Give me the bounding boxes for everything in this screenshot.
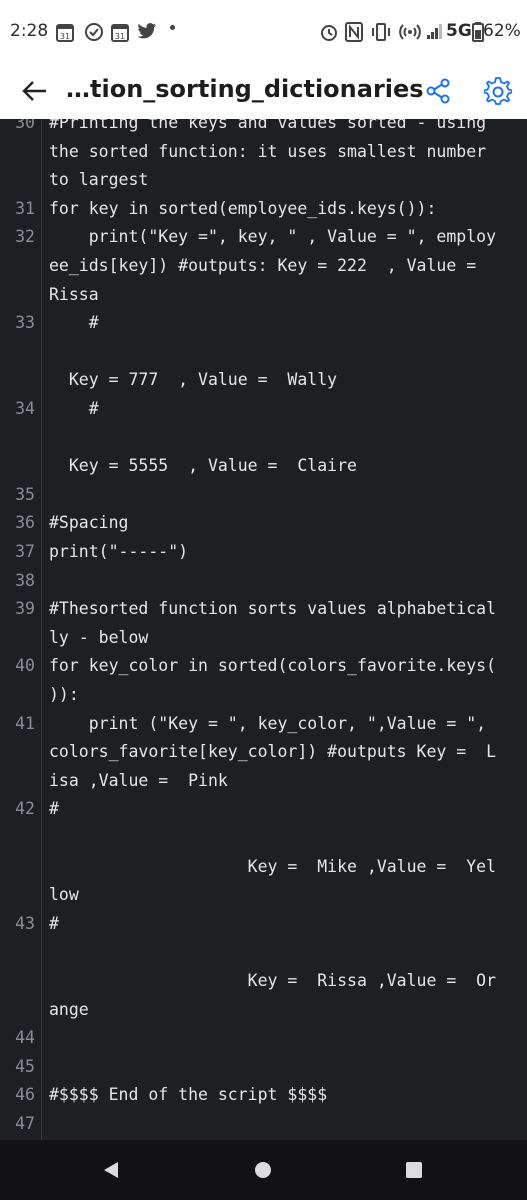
code-line: print("-----")	[49, 542, 189, 561]
line-number: 46	[15, 1085, 35, 1105]
code-line: Key = Rissa ,Value = Or	[49, 971, 497, 990]
nav-recents-button[interactable]	[396, 1154, 432, 1186]
gutter-divider	[41, 119, 42, 1140]
arrow-back-icon[interactable]	[22, 79, 48, 103]
hotspot-icon	[399, 24, 421, 40]
line-number: 38	[15, 570, 35, 590]
code-editor[interactable]: 30 #Printing the keys and values sorted -…	[0, 119, 527, 1140]
circle-home-icon	[255, 1162, 271, 1178]
code-line: to largest	[49, 170, 149, 190]
line-number: 34	[15, 399, 35, 418]
line-number: 45	[15, 1056, 35, 1076]
code-line: )):	[49, 685, 79, 704]
code-line: ange	[49, 999, 89, 1019]
app-bar: …tion_sorting_dictionaries	[0, 64, 527, 119]
line-number: 36	[15, 513, 35, 533]
line-number: 32	[15, 227, 35, 247]
line-number: 31	[15, 198, 35, 218]
code-line: print ("Key = ", key_color, ",Value = ",	[49, 713, 487, 733]
code-line: #Spacing	[49, 513, 129, 533]
code-line: low	[49, 885, 79, 905]
alarm-icon	[321, 25, 337, 41]
code-line: #	[49, 799, 59, 819]
line-number: 37	[15, 542, 35, 561]
network-type: 5G	[446, 21, 472, 41]
calendar-icon: 31	[56, 24, 74, 42]
svg-text:31: 31	[60, 32, 70, 41]
share-icon[interactable]	[425, 78, 451, 104]
code-line: #Thesorted function sorts values alphabe…	[49, 599, 497, 619]
code-line: isa ,Value = Pink	[49, 770, 228, 790]
code-line: colors_favorite[key_color]) #outputs Key…	[49, 742, 497, 762]
nav-home-button[interactable]	[245, 1154, 281, 1186]
signal-icon	[427, 24, 442, 39]
battery-percent: 62%	[483, 21, 521, 41]
line-number: 41	[15, 713, 35, 733]
line-number: 43	[15, 913, 35, 933]
more-notifications-dot	[170, 25, 175, 30]
code-line: ee_ids[key]) #outputs: Key = 222 , Value…	[49, 256, 477, 275]
code-line: #Printing the keys and values sorted - u…	[49, 119, 487, 132]
gear-icon[interactable]	[484, 77, 512, 105]
code-line: #$$$$ End of the script $$$$	[49, 1085, 328, 1105]
system-nav-bar	[0, 1140, 527, 1200]
vibrate-icon	[372, 23, 390, 41]
line-number: 30	[15, 119, 35, 132]
check-circle-icon	[85, 23, 103, 41]
line-number: 40	[15, 656, 35, 676]
line-number: 42	[15, 799, 35, 819]
code-line: Key = 5555 , Value = Claire	[49, 456, 357, 476]
line-number: 35	[15, 484, 35, 504]
square-recents-icon	[406, 1162, 422, 1178]
code-line: print("Key =", key, " , Value = ", emplo…	[49, 227, 497, 247]
code-line: for key in sorted(employee_ids.keys()):	[49, 198, 437, 218]
status-time: 2:28	[10, 21, 49, 41]
line-number: 33	[15, 313, 35, 333]
code-line: Key = Mike ,Value = Yel	[49, 856, 497, 876]
nav-back-button[interactable]	[93, 1154, 129, 1186]
status-bar: 2:28 31 31 5G 62%	[0, 0, 527, 64]
code-line: Rissa	[49, 284, 99, 304]
triangle-back-icon	[104, 1162, 118, 1178]
code-line: #	[49, 399, 99, 418]
line-number: 39	[15, 599, 35, 619]
code-line: the sorted function: it uses smallest nu…	[49, 141, 487, 161]
line-number: 44	[15, 1028, 35, 1048]
code-line: ly - below	[49, 627, 149, 647]
code-line: #	[49, 913, 59, 933]
svg-text:31: 31	[115, 32, 125, 41]
code-line: Key = 777 , Value = Wally	[49, 370, 338, 390]
line-number: 47	[15, 1114, 35, 1133]
page-title: …tion_sorting_dictionaries	[66, 75, 424, 103]
nfc-icon	[345, 22, 363, 42]
code-line: #	[49, 313, 99, 333]
calendar-icon: 31	[111, 24, 129, 42]
code-line: for key_color in sorted(colors_favorite.…	[49, 656, 497, 676]
twitter-icon	[137, 23, 156, 39]
